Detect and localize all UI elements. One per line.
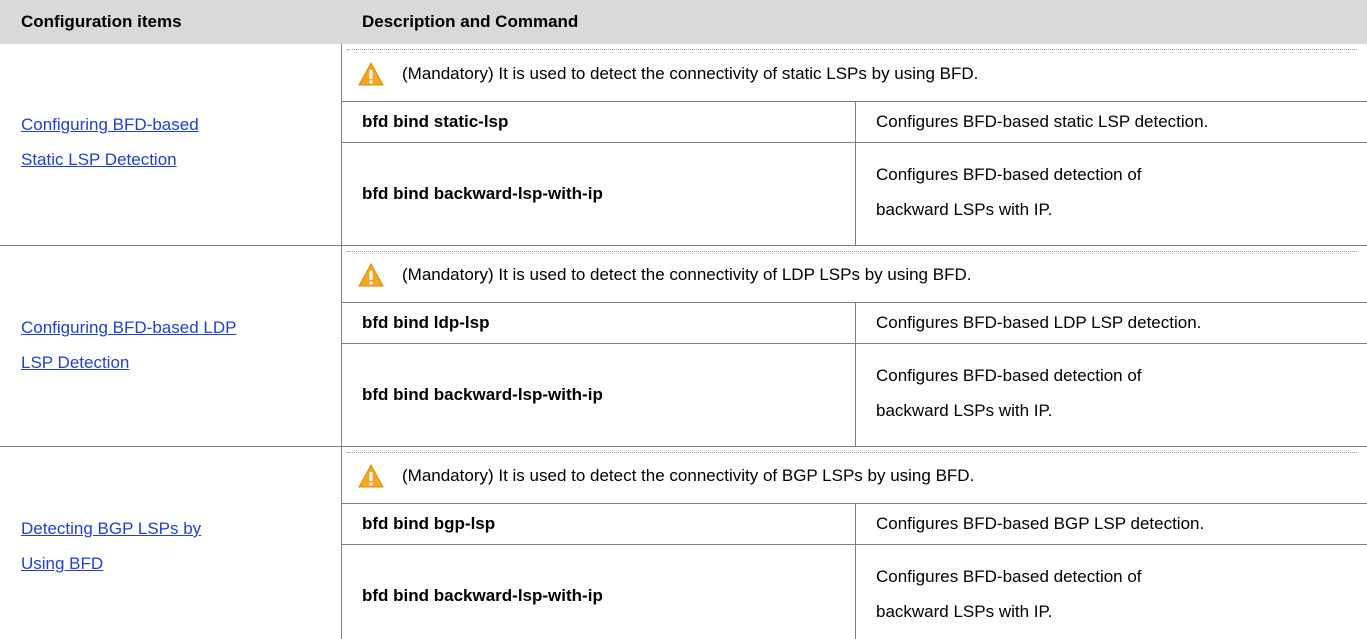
warning-triangle-icon: [358, 464, 384, 488]
link-line[interactable]: Configuring BFD-based: [21, 115, 199, 134]
link-line[interactable]: Using BFD: [21, 554, 103, 573]
table-header: Configuration items Description and Comm…: [0, 0, 1367, 44]
mandatory-note: (Mandatory) It is used to detect the con…: [358, 457, 974, 495]
command-text: bfd bind backward-lsp-with-ip: [362, 586, 603, 605]
description-line: Configures BFD-based detection of: [876, 366, 1142, 385]
dotted-rule: [347, 452, 1357, 453]
section-separator: [0, 245, 1367, 246]
row-separator: [341, 544, 1367, 545]
command-text: bfd bind backward-lsp-with-ip: [362, 184, 603, 203]
warning-triangle-icon: [358, 263, 384, 287]
description-line: Configures BFD-based detection of: [876, 165, 1142, 184]
mandatory-note-text: (Mandatory) It is used to detect the con…: [402, 265, 972, 284]
link-line[interactable]: Detecting BGP LSPs by: [21, 519, 201, 538]
row-separator: [341, 343, 1367, 344]
header-description-command: Description and Command: [362, 12, 579, 31]
header-configuration-items: Configuration items: [21, 12, 182, 31]
link-line[interactable]: Configuring BFD-based LDP: [21, 318, 236, 337]
row-separator: [341, 142, 1367, 143]
mandatory-note: (Mandatory) It is used to detect the con…: [358, 256, 971, 294]
command-column-divider: [855, 302, 856, 446]
description-line: backward LSPs with IP.: [876, 200, 1053, 219]
link-configuring-bfd-static-lsp[interactable]: Configuring BFD-based Static LSP Detecti…: [21, 107, 341, 177]
command-text: bfd bind bgp-lsp: [362, 514, 496, 533]
warning-triangle-icon: [358, 62, 384, 86]
dotted-rule: [347, 49, 1357, 50]
description-line: backward LSPs with IP.: [876, 602, 1053, 621]
section-separator: [0, 446, 1367, 447]
command-description: Configures BFD-based LDP LSP detection.: [876, 313, 1202, 332]
config-table: Configuration items Description and Comm…: [0, 0, 1367, 639]
command-description: Configures BFD-based BGP LSP detection.: [876, 514, 1205, 533]
description-line: Configures BFD-based detection of: [876, 567, 1142, 586]
command-text: bfd bind ldp-lsp: [362, 313, 490, 332]
command-description: Configures BFD-based detection of backwa…: [876, 157, 1142, 227]
mandatory-note: (Mandatory) It is used to detect the con…: [358, 55, 978, 93]
link-line[interactable]: LSP Detection: [21, 353, 129, 372]
command-description: Configures BFD-based static LSP detectio…: [876, 112, 1209, 131]
link-configuring-bfd-ldp-lsp[interactable]: Configuring BFD-based LDP LSP Detection: [21, 310, 341, 380]
command-text: bfd bind backward-lsp-with-ip: [362, 385, 603, 404]
link-detecting-bgp-lsps[interactable]: Detecting BGP LSPs by Using BFD: [21, 511, 341, 581]
command-column-divider: [855, 503, 856, 639]
column-divider: [341, 44, 342, 639]
link-line[interactable]: Static LSP Detection: [21, 150, 177, 169]
mandatory-note-text: (Mandatory) It is used to detect the con…: [402, 64, 979, 83]
mandatory-note-text: (Mandatory) It is used to detect the con…: [402, 466, 975, 485]
row-separator: [341, 302, 1367, 303]
command-description: Configures BFD-based detection of backwa…: [876, 559, 1142, 629]
command-column-divider: [855, 101, 856, 245]
command-text: bfd bind static-lsp: [362, 112, 509, 131]
dotted-rule: [347, 251, 1357, 252]
command-description: Configures BFD-based detection of backwa…: [876, 358, 1142, 428]
description-line: backward LSPs with IP.: [876, 401, 1053, 420]
